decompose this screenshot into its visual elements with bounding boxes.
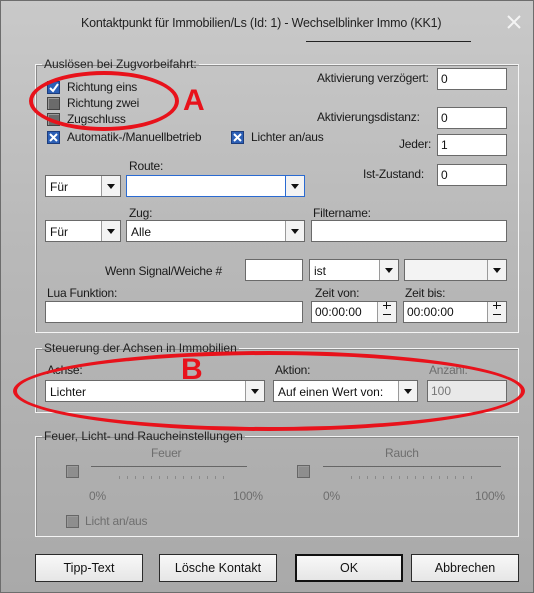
jeder-input[interactable]: 1 [437,134,507,156]
aktivierung-verzoegert-input[interactable]: 0 [437,68,507,90]
aktion-label: Aktion: [275,363,311,377]
zugschluss-checkbox[interactable] [47,113,60,126]
title-underline [306,41,471,42]
aktivierungsdistanz-input[interactable]: 0 [437,107,507,129]
feuer-max-label: 100% [233,489,263,503]
automatik-label: Automatik-/Manuellbetrieb [67,130,202,144]
signal-input[interactable] [245,259,303,281]
lua-label: Lua Funktion: [47,286,118,300]
jeder-label: Jeder: [399,137,432,151]
trigger-group-legend: Auslösen bei Zugvorbeifahrt: [44,57,197,71]
rauch-slider-ticks [351,476,479,479]
feuer-checkbox[interactable] [66,465,79,478]
filtername-label: Filtername: [313,206,371,220]
ist-zustand-input[interactable]: 0 [437,164,507,186]
signal-state-select[interactable] [404,259,507,281]
chevron-down-icon[interactable] [379,260,398,280]
close-button[interactable] [505,13,523,31]
aktivierung-verzoegert-label: Aktivierung verzögert: [317,71,429,85]
loesche-kontakt-button[interactable]: Lösche Kontakt [159,554,277,582]
aktion-value: Auf einen Wert von: [278,385,384,399]
signal-operator-select[interactable]: ist [309,259,399,281]
rauch-min-label: 0% [323,489,340,503]
window-title: Kontaktpunkt für Immobilien/Ls (Id: 1) -… [81,16,442,30]
rauch-label: Rauch [385,446,419,460]
zeit-von-value: 00:00:00 [315,305,362,319]
achse-label: Achse: [47,363,83,377]
spinner-buttons-icon[interactable] [487,302,506,322]
aktion-select[interactable]: Auf einen Wert von: [273,380,418,402]
richtung-zwei-label: Richtung zwei [67,96,140,110]
zeit-bis-value: 00:00:00 [407,305,454,319]
signal-label: Wenn Signal/Weiche # [105,264,222,278]
feuer-label: Feuer [151,446,182,460]
achse-select[interactable]: Lichter [45,380,265,402]
x-check-icon [233,133,242,142]
rauch-slider[interactable] [323,466,501,467]
ist-zustand-label: Ist-Zustand: [363,167,424,181]
annotation-letter-b: B [181,353,203,386]
zeit-bis-spinner[interactable]: 00:00:00 [403,301,507,323]
richtung-eins-checkbox[interactable] [47,81,60,94]
chevron-down-icon[interactable] [285,176,304,196]
achse-value: Lichter [50,385,87,399]
fire-group-legend: Feuer, Licht- und Raucheinstellungen [44,429,243,443]
anzahl-input[interactable]: 100 [427,380,507,402]
feuer-min-label: 0% [89,489,106,503]
lichter-an-aus-checkbox[interactable] [231,131,244,144]
route-select[interactable] [126,175,305,197]
ok-button[interactable]: OK [295,554,403,582]
zeit-von-spinner[interactable]: 00:00:00 [311,301,397,323]
title-bar: Kontaktpunkt für Immobilien/Ls (Id: 1) -… [1,1,533,45]
zug-select[interactable]: Alle [126,220,305,242]
chevron-down-icon[interactable] [285,221,304,241]
licht-an-aus-label: Licht an/aus [85,514,148,528]
richtung-eins-label: Richtung eins [67,80,138,94]
check-icon [49,83,59,93]
chevron-down-icon[interactable] [487,260,506,280]
spinner-buttons-icon[interactable] [377,302,396,322]
rauch-max-label: 100% [475,489,505,503]
chevron-down-icon[interactable] [398,381,417,401]
x-check-icon [49,133,58,142]
zug-value: Alle [131,225,152,239]
abbrechen-button[interactable]: Abbrechen [411,554,519,582]
feuer-slider[interactable] [91,466,247,467]
dialog-window: Kontaktpunkt für Immobilien/Ls (Id: 1) -… [0,0,534,593]
chevron-down-icon[interactable] [101,176,120,196]
tipp-text-button[interactable]: Tipp-Text [35,554,143,582]
rauch-checkbox[interactable] [297,465,310,478]
annotation-letter-a: A [183,84,205,117]
lua-input[interactable] [45,301,303,323]
route-for-value: Für [50,180,68,194]
close-icon [507,15,521,29]
zeit-bis-label: Zeit bis: [405,286,446,300]
signal-operator-value: ist [314,264,326,278]
richtung-zwei-checkbox[interactable] [47,97,60,110]
zug-label: Zug: [129,206,153,220]
filtername-input[interactable] [311,220,507,242]
zug-for-value: Für [50,225,68,239]
zug-for-select[interactable]: Für [45,220,121,242]
licht-an-aus-checkbox[interactable] [66,515,79,528]
zeit-von-label: Zeit von: [315,286,360,300]
chevron-down-icon[interactable] [101,221,120,241]
zugschluss-label: Zugschluss [67,112,126,126]
chevron-down-icon[interactable] [245,381,264,401]
axes-group: Steuerung der Achsen in Immobilien [35,341,519,413]
feuer-slider-ticks [119,476,229,479]
route-for-select[interactable]: Für [45,175,121,197]
automatik-checkbox[interactable] [47,131,60,144]
route-label: Route: [129,159,164,173]
anzahl-label: Anzahl: [429,363,468,377]
axes-group-legend: Steuerung der Achsen in Immobilien [44,341,237,355]
aktivierungsdistanz-label: Aktivierungsdistanz: [317,110,420,124]
lichter-an-aus-label: Lichter an/aus [251,130,324,144]
